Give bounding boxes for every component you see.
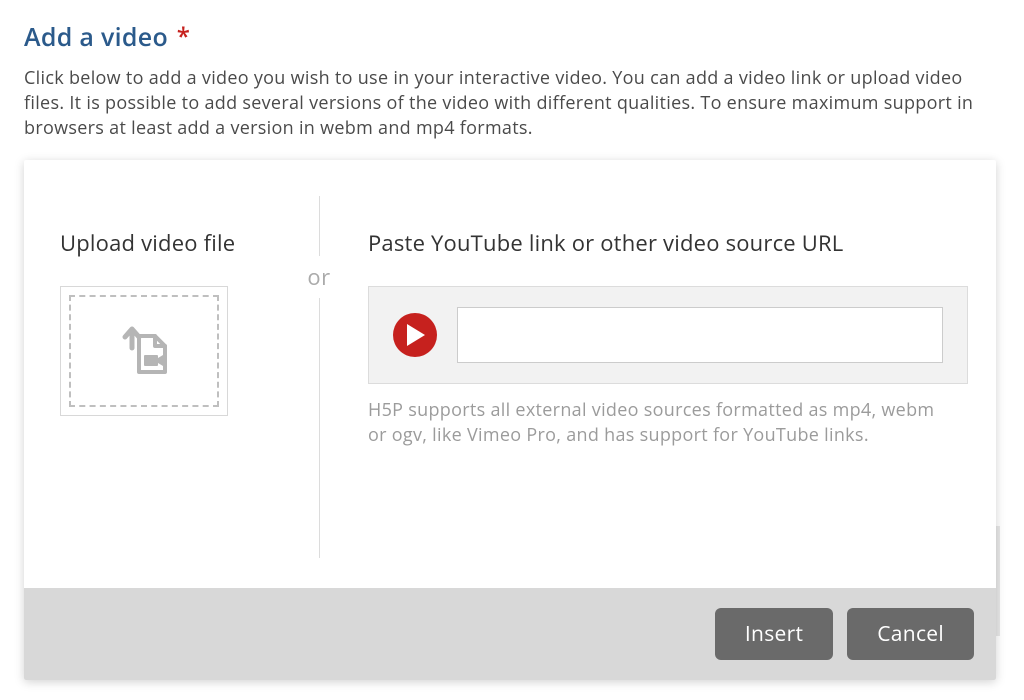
dialog-body: Upload video file [24,160,996,588]
upload-panel: Upload video file [60,196,296,416]
add-video-dialog: Upload video file [24,160,996,680]
url-panel: Paste YouTube link or other video source… [342,196,968,448]
upload-heading: Upload video file [60,228,272,258]
video-play-icon [393,313,437,357]
page-description: Click below to add a video you wish to u… [24,66,994,142]
divider-line-bottom [319,298,320,558]
dialog-footer: Insert Cancel [24,588,996,680]
required-star: * [177,20,190,53]
upload-file-icon [115,322,173,380]
insert-button[interactable]: Insert [715,608,833,660]
divider-line-top [319,196,320,256]
cancel-button[interactable]: Cancel [847,608,974,660]
page-title-text: Add a video [24,20,168,54]
page-title: Add a video * [24,20,1000,54]
panel-divider: or [296,196,342,558]
video-url-input[interactable] [457,307,943,363]
divider-or-label: or [299,256,338,298]
url-support-text: H5P supports all external video sources … [368,398,948,448]
url-heading: Paste YouTube link or other video source… [368,228,968,258]
upload-video-dropzone[interactable] [60,286,228,416]
url-input-container [368,286,968,384]
